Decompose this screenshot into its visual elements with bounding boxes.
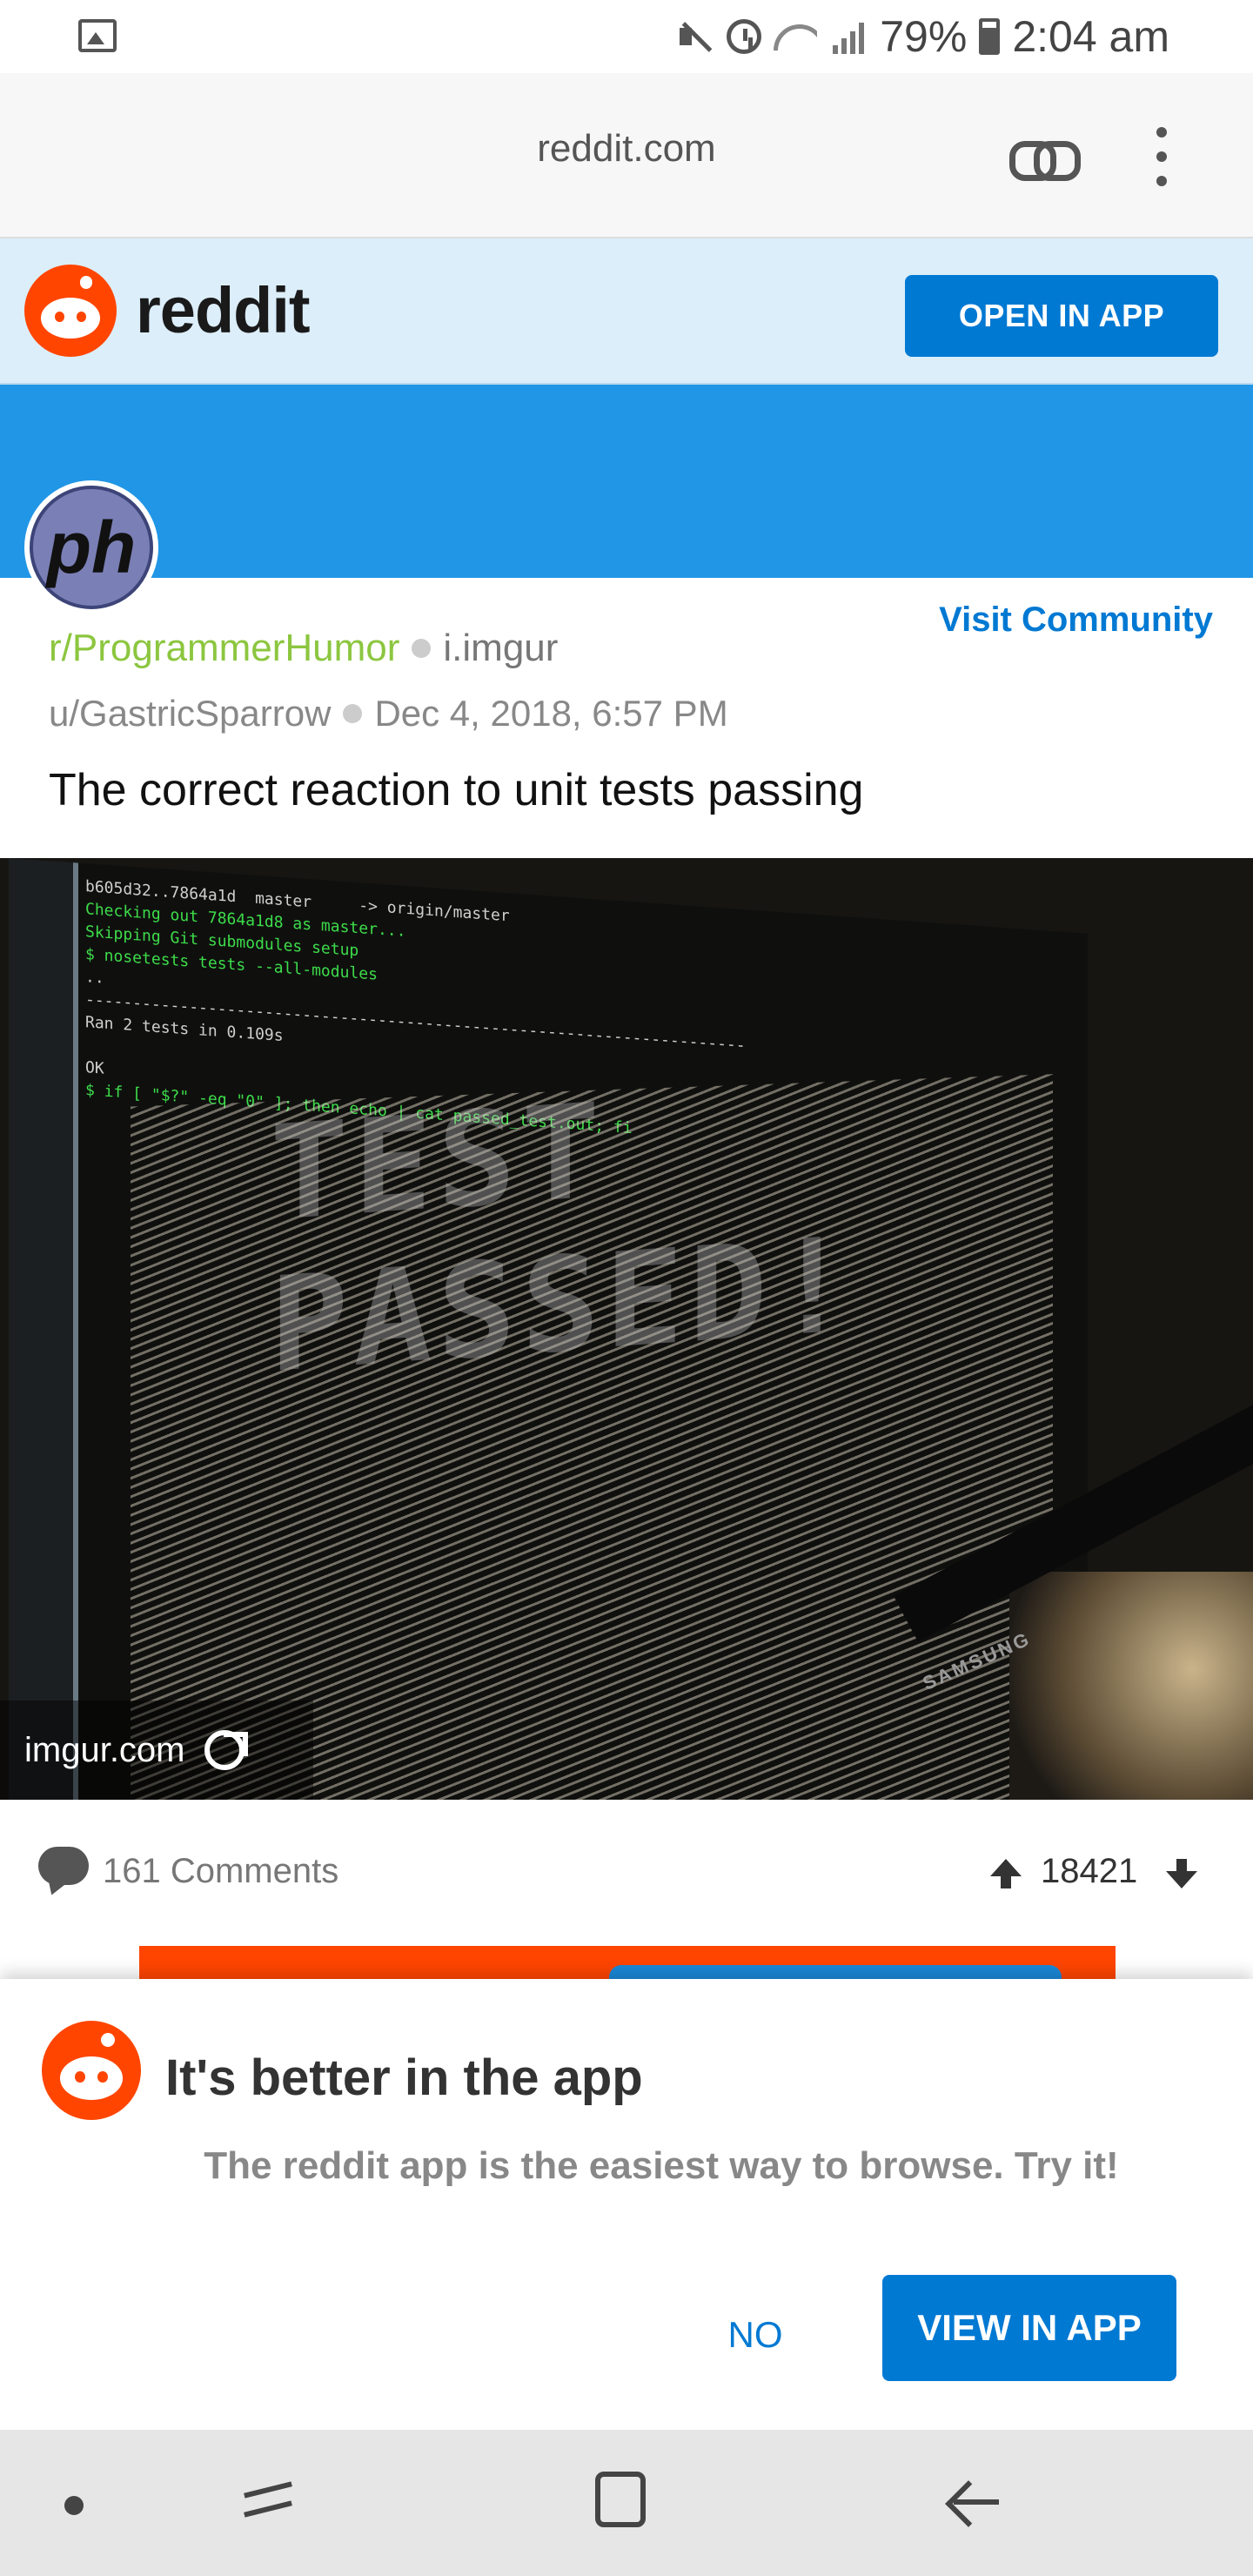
upvote-icon[interactable]	[990, 1859, 1022, 1888]
home-icon[interactable]	[595, 2472, 646, 2527]
monitor-screen: b605d32..7864a1d master -> origin/master…	[9, 858, 1088, 1800]
post-image[interactable]: b605d32..7864a1d master -> origin/master…	[0, 858, 1253, 1800]
alarm-icon	[727, 19, 762, 54]
comments-count[interactable]: 161 Comments	[103, 1852, 338, 1891]
post-meta-subreddit: r/ProgrammerHumor i.imgur	[49, 627, 558, 670]
image-source-link[interactable]: imgur.com	[0, 1701, 313, 1800]
sheet-subtitle: The reddit app is the easiest way to bro…	[204, 2144, 1119, 2187]
sheet-title: It's better in the app	[165, 2049, 643, 2106]
app-promo-sheet: It's better in the app The reddit app is…	[0, 1979, 1253, 2430]
battery-icon	[979, 18, 1001, 55]
open-in-app-button[interactable]: OPEN IN APP	[905, 275, 1218, 357]
subreddit-link[interactable]: r/ProgrammerHumor	[49, 627, 399, 670]
clock: 2:04 am	[1012, 12, 1169, 61]
browser-toolbar: reddit.com	[0, 73, 1253, 238]
post-title[interactable]: The correct reaction to unit tests passi…	[49, 764, 863, 816]
ide-sidebar	[9, 858, 78, 1800]
community-banner	[0, 385, 1253, 578]
comment-icon[interactable]	[38, 1847, 89, 1885]
nav-dot-icon[interactable]	[64, 2496, 84, 2515]
post-actions: 161 Comments 18421	[0, 1810, 1253, 1932]
reddit-header: reddit OPEN IN APP	[0, 238, 1253, 385]
status-bar: 79% 2:04 am	[0, 0, 1253, 73]
image-source-label: imgur.com	[24, 1730, 185, 1769]
battery-percent: 79%	[880, 12, 968, 61]
author-link[interactable]: u/GastricSparrow	[49, 693, 331, 735]
no-button[interactable]: NO	[696, 2284, 814, 2386]
separator-dot	[343, 704, 363, 723]
status-icons: 79% 2:04 am	[676, 9, 1169, 64]
separator-dot	[412, 639, 432, 658]
system-nav-bar	[0, 2430, 1253, 2576]
post-meta-author: u/GastricSparrow Dec 4, 2018, 6:57 PM	[49, 693, 728, 735]
gallery-notification-icon	[78, 19, 117, 52]
cables-photo-area	[1009, 1572, 1253, 1800]
vote-score: 18421	[1041, 1852, 1138, 1890]
link-icon[interactable]	[1009, 131, 1081, 183]
external-link-icon	[204, 1730, 248, 1770]
post-domain[interactable]: i.imgur	[443, 627, 558, 670]
reddit-logo-icon[interactable]	[24, 265, 117, 357]
signal-icon	[829, 17, 868, 56]
recent-apps-icon[interactable]	[244, 2475, 296, 2527]
community-avatar[interactable]: ph	[24, 480, 158, 614]
post-date: Dec 4, 2018, 6:57 PM	[374, 693, 728, 734]
back-icon[interactable]	[948, 2477, 1001, 2529]
reddit-snoo-icon	[42, 2021, 141, 2120]
downvote-icon[interactable]	[1166, 1859, 1197, 1888]
reddit-wordmark[interactable]: reddit	[136, 273, 311, 347]
visit-community-link[interactable]: Visit Community	[939, 600, 1213, 640]
overflow-menu-icon[interactable]	[1149, 124, 1175, 193]
view-in-app-button[interactable]: VIEW IN APP	[882, 2275, 1176, 2381]
wifi-icon	[774, 19, 817, 54]
mute-icon	[676, 17, 714, 56]
ad-banner-partial[interactable]	[139, 1946, 1116, 1981]
ascii-banner-text: TEST PASSED!	[270, 1075, 857, 1403]
